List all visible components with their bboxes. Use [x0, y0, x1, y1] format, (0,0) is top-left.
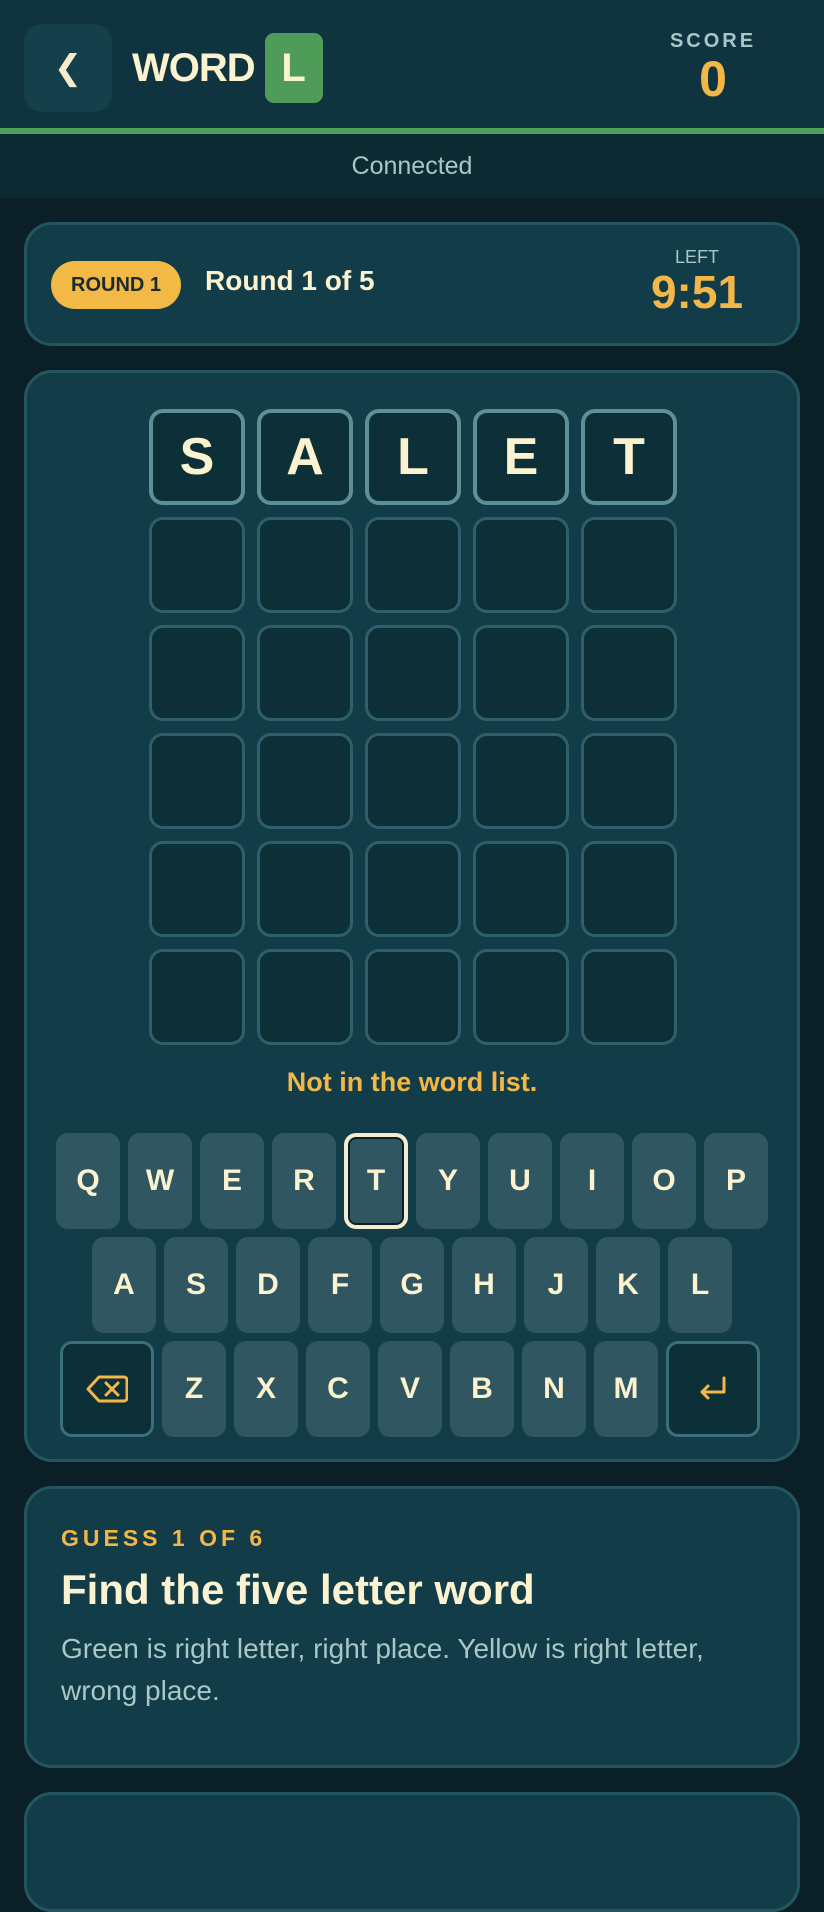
- grid-tile: [473, 949, 569, 1045]
- grid-tile: [149, 841, 245, 937]
- enter-key[interactable]: [666, 1341, 760, 1437]
- score-label: SCORE: [669, 30, 757, 52]
- score-display: SCORE 0: [648, 30, 778, 105]
- keyboard-row-1: QWERTYUIOP: [56, 1133, 768, 1229]
- timer-value: 9:51: [650, 266, 744, 318]
- grid-tile: [473, 517, 569, 613]
- key-s[interactable]: S: [164, 1237, 228, 1333]
- logo-tile: L: [264, 33, 323, 103]
- app-logo: WORD L: [132, 33, 323, 103]
- timer-label: LEFT: [674, 247, 719, 267]
- grid-tile: [149, 733, 245, 829]
- key-o[interactable]: O: [632, 1133, 696, 1229]
- grid-tile: [365, 949, 461, 1045]
- grid-tile: L: [365, 409, 461, 505]
- feedback-message: Not in the word list.: [286, 1067, 538, 1097]
- key-v[interactable]: V: [378, 1341, 442, 1437]
- grid-tile: [257, 949, 353, 1045]
- grid-tile: [581, 517, 677, 613]
- instructions-title: Find the five letter word: [61, 1566, 535, 1613]
- grid-tile: S: [149, 409, 245, 505]
- key-m[interactable]: M: [594, 1341, 658, 1437]
- key-c[interactable]: C: [306, 1341, 370, 1437]
- guess-counter: GUESS 1 OF 6: [61, 1525, 267, 1551]
- enter-icon: [700, 1376, 726, 1400]
- keyboard-row-3-letters: ZXCVBNM: [162, 1341, 658, 1437]
- round-card: ROUND 1 Round 1 of 5 LEFT 9:51: [24, 222, 800, 346]
- key-g[interactable]: G: [380, 1237, 444, 1333]
- keyboard-row-2: ASDFGHJKL: [92, 1237, 732, 1333]
- grid-tile: A: [257, 409, 353, 505]
- instructions-card: GUESS 1 OF 6 Find the five letter word G…: [24, 1486, 800, 1768]
- key-e[interactable]: E: [200, 1133, 264, 1229]
- key-l[interactable]: L: [668, 1237, 732, 1333]
- chevron-left-icon: ❮: [53, 49, 83, 87]
- key-d[interactable]: D: [236, 1237, 300, 1333]
- key-x[interactable]: X: [234, 1341, 298, 1437]
- key-w[interactable]: W: [128, 1133, 192, 1229]
- game-board-card: SALET Not in the word list. QWERTYUIOP A…: [24, 370, 800, 1462]
- grid-tile: [149, 949, 245, 1045]
- key-i[interactable]: I: [560, 1133, 624, 1229]
- key-p[interactable]: P: [704, 1133, 768, 1229]
- grid-tile: E: [473, 409, 569, 505]
- grid-tile: [149, 625, 245, 721]
- keyboard-row-3: ZXCVBNM: [60, 1341, 760, 1437]
- timer: LEFT 9:51: [637, 247, 757, 316]
- round-badge: ROUND 1: [51, 261, 182, 309]
- instructions-body: Green is right letter, right place. Yell…: [61, 1633, 704, 1706]
- key-y[interactable]: Y: [416, 1133, 480, 1229]
- grid-tile: [365, 517, 461, 613]
- key-q[interactable]: Q: [56, 1133, 120, 1229]
- grid-tile: T: [581, 409, 677, 505]
- backspace-icon: [86, 1375, 128, 1403]
- next-card: [24, 1792, 800, 1912]
- grid-tile: [149, 517, 245, 613]
- grid-tile: [473, 841, 569, 937]
- key-n[interactable]: N: [522, 1341, 586, 1437]
- grid-tile: [581, 733, 677, 829]
- grid-tile: [257, 625, 353, 721]
- grid-tile: [365, 625, 461, 721]
- guess-grid: SALET: [149, 409, 679, 1045]
- logo-word: WORD: [132, 45, 256, 90]
- app-header: ❮ WORD L SCORE 0: [0, 0, 824, 134]
- grid-tile: [581, 841, 677, 937]
- key-r[interactable]: R: [272, 1133, 336, 1229]
- key-z[interactable]: Z: [162, 1341, 226, 1437]
- back-button[interactable]: ❮: [24, 24, 112, 112]
- key-t[interactable]: T: [344, 1133, 408, 1229]
- grid-tile: [473, 733, 569, 829]
- grid-tile: [581, 949, 677, 1045]
- grid-tile: [365, 841, 461, 937]
- key-f[interactable]: F: [308, 1237, 372, 1333]
- connection-status: Connected: [0, 134, 824, 198]
- key-b[interactable]: B: [450, 1341, 514, 1437]
- key-a[interactable]: A: [92, 1237, 156, 1333]
- grid-tile: [365, 733, 461, 829]
- grid-tile: [473, 625, 569, 721]
- grid-tile: [581, 625, 677, 721]
- key-k[interactable]: K: [596, 1237, 660, 1333]
- key-u[interactable]: U: [488, 1133, 552, 1229]
- grid-tile: [257, 841, 353, 937]
- score-value: 0: [699, 51, 727, 107]
- grid-tile: [257, 517, 353, 613]
- round-text: Round 1 of 5: [205, 265, 375, 296]
- backspace-key[interactable]: [60, 1341, 154, 1437]
- grid-tile: [257, 733, 353, 829]
- key-j[interactable]: J: [524, 1237, 588, 1333]
- key-h[interactable]: H: [452, 1237, 516, 1333]
